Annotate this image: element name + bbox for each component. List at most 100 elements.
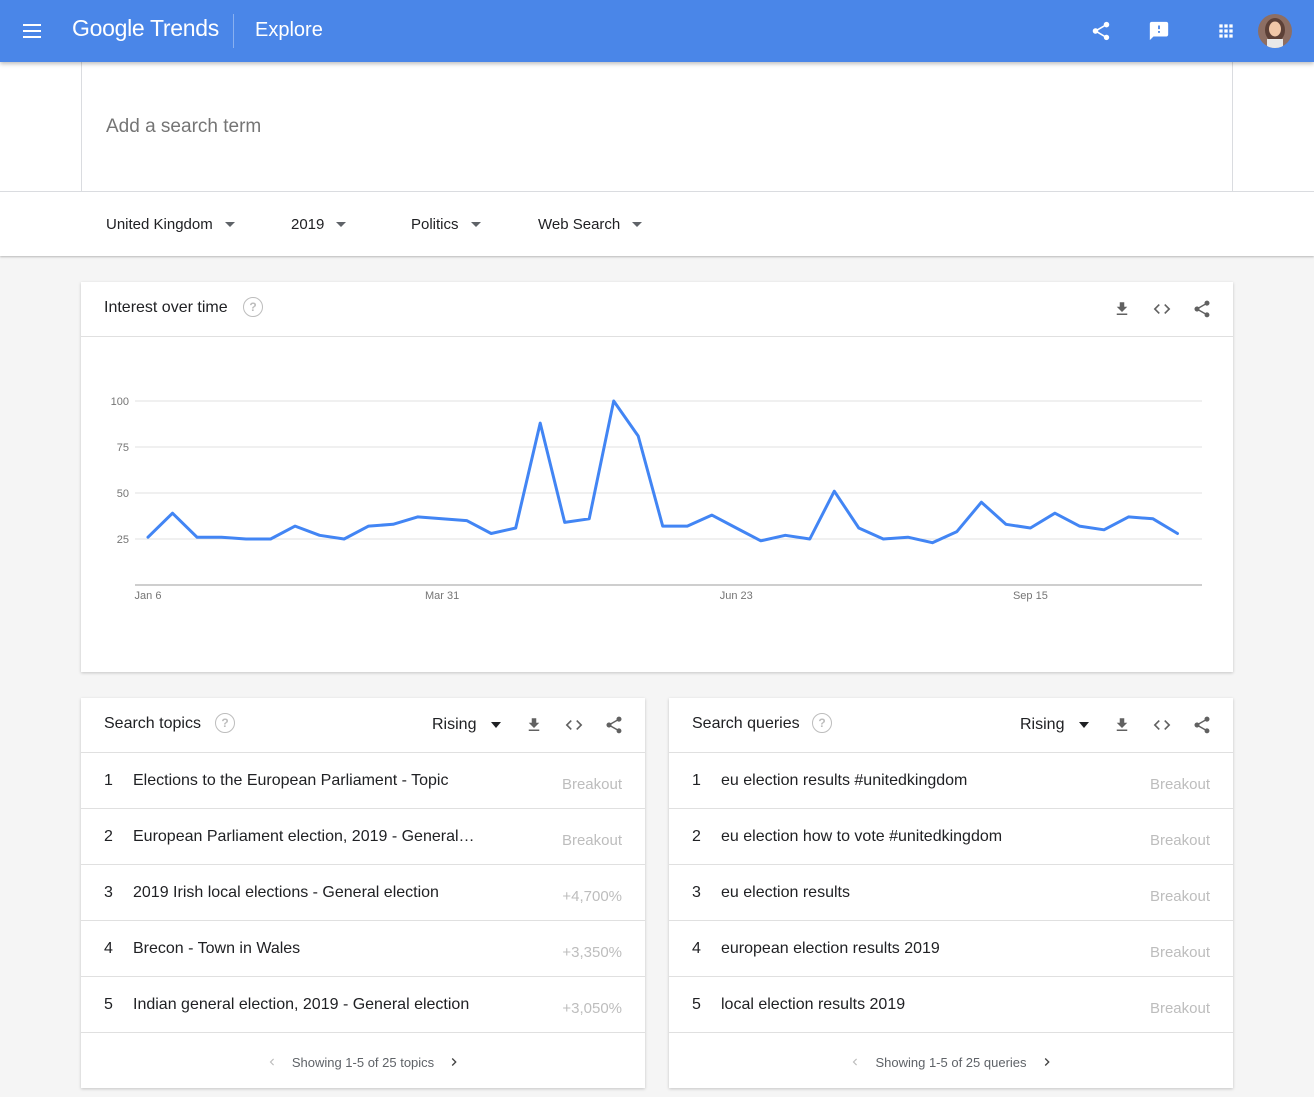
- caret-down-icon: [224, 221, 235, 227]
- row-rank: 3: [104, 884, 113, 901]
- chevron-right-icon[interactable]: [1037, 1052, 1057, 1072]
- row-value: +3,050%: [562, 1000, 622, 1017]
- row-rank: 2: [692, 828, 701, 845]
- avatar[interactable]: [1258, 14, 1292, 48]
- row-topic: Brecon - Town in Wales: [133, 940, 301, 957]
- chevron-right-icon[interactable]: [444, 1052, 464, 1072]
- row-value: Breakout: [1149, 944, 1210, 961]
- filter-divider: [0, 191, 1314, 192]
- share-icon[interactable]: [1087, 17, 1115, 45]
- table-row[interactable]: 4 european election results 2019 Breakou…: [669, 921, 1233, 977]
- table-row[interactable]: 2 eu election how to vote #unitedkingdom…: [669, 809, 1233, 865]
- page-title: Explore: [255, 19, 323, 41]
- search-box[interactable]: [81, 62, 1233, 191]
- caret-down-icon: [491, 722, 502, 728]
- row-rank: 2: [104, 828, 113, 845]
- row-value: Breakout: [1149, 1000, 1210, 1017]
- google-trends-logo[interactable]: Google Trends: [72, 15, 219, 42]
- row-rank: 5: [104, 996, 113, 1013]
- interest-over-time-card: Interest over time ? 100 75 50 25 Jan 6 Mar 3…: [81, 282, 1233, 672]
- caret-down-icon: [1079, 722, 1090, 728]
- card-title: Search topics: [104, 715, 201, 732]
- interest-line-chart: 100 75 50 25 Jan 6 Mar 31 Jun 23 Sep 15: [111, 396, 1202, 602]
- table-row[interactable]: 1 Elections to the European Parliament -…: [81, 753, 645, 809]
- row-value: +4,700%: [562, 888, 622, 905]
- row-rank: 3: [692, 884, 701, 901]
- row-query: eu election how to vote #unitedkingdom: [721, 828, 1003, 845]
- row-topic: European Parliament election, 2019 - Gen…: [133, 828, 478, 845]
- queries-pager: Showing 1-5 of 25 queries: [669, 1034, 1233, 1090]
- y-tick-label: 100: [111, 396, 129, 408]
- feedback-icon[interactable]: [1145, 17, 1173, 45]
- y-tick-label: 75: [117, 442, 129, 454]
- table-row[interactable]: 2 European Parliament election, 2019 - G…: [81, 809, 645, 865]
- card-title: Search queries: [692, 715, 800, 732]
- x-tick-label: Mar 31: [425, 590, 459, 602]
- x-tick-label: Jan 6: [135, 590, 162, 602]
- row-value: Breakout: [1149, 832, 1210, 849]
- apps-grid-icon[interactable]: [1212, 17, 1240, 45]
- y-tick-label: 50: [117, 488, 129, 500]
- chevron-left-icon[interactable]: [845, 1052, 865, 1072]
- sort-label: Rising: [1020, 716, 1065, 733]
- row-query: eu election results: [721, 884, 850, 901]
- embed-icon[interactable]: [1150, 713, 1174, 737]
- menu-icon[interactable]: [18, 19, 48, 43]
- pager-text: Showing 1-5 of 25 topics: [291, 1054, 435, 1070]
- table-row[interactable]: 3 2019 Irish local elections - General e…: [81, 865, 645, 921]
- row-query: local election results 2019: [721, 996, 906, 1013]
- caret-down-icon: [632, 221, 643, 227]
- row-value: Breakout: [1149, 776, 1210, 793]
- header-divider: [233, 14, 234, 48]
- help-icon[interactable]: ?: [215, 713, 235, 733]
- row-value: +3,350%: [562, 944, 622, 961]
- series-line: [146, 399, 1179, 545]
- row-rank: 4: [692, 940, 701, 957]
- download-icon[interactable]: [1110, 713, 1134, 737]
- row-value: Breakout: [561, 832, 622, 849]
- row-query: eu election results #unitedkingdom: [721, 772, 968, 789]
- download-icon[interactable]: [522, 713, 546, 737]
- filter-category-label: Politics: [411, 215, 459, 233]
- table-row[interactable]: 5 Indian general election, 2019 - Genera…: [81, 977, 645, 1033]
- caret-down-icon: [336, 221, 347, 227]
- table-row[interactable]: 4 Brecon - Town in Wales +3,350%: [81, 921, 645, 977]
- caret-down-icon: [470, 221, 481, 227]
- search-queries-card: Search queries ? Rising 1 eu election re…: [669, 698, 1233, 1088]
- y-tick-label: 25: [117, 534, 129, 546]
- queries-sort-dropdown[interactable]: Rising: [1020, 716, 1090, 734]
- table-row[interactable]: 1 eu election results #unitedkingdom Bre…: [669, 753, 1233, 809]
- filter-region[interactable]: United Kingdom: [106, 212, 235, 236]
- row-topic: Elections to the European Parliament - T…: [133, 772, 449, 789]
- search-topics-card: Search topics ? Rising 1 Elections to th…: [81, 698, 645, 1088]
- table-row[interactable]: 5 local election results 2019 Breakout: [669, 977, 1233, 1033]
- topics-sort-dropdown[interactable]: Rising: [432, 716, 502, 734]
- filter-time-label: 2019: [291, 215, 325, 233]
- row-rank: 1: [104, 772, 113, 789]
- table-row[interactable]: 3 eu election results Breakout: [669, 865, 1233, 921]
- row-rank: 4: [104, 940, 113, 957]
- x-tick-label: Sep 15: [1013, 590, 1048, 602]
- chevron-left-icon[interactable]: [262, 1052, 282, 1072]
- search-input[interactable]: [106, 112, 806, 142]
- share-icon[interactable]: [602, 713, 626, 737]
- row-rank: 1: [692, 772, 701, 789]
- top-app-bar: Google Trends Explore: [0, 0, 1314, 62]
- row-value: Breakout: [561, 776, 622, 793]
- pager-text: Showing 1-5 of 25 queries: [875, 1054, 1027, 1070]
- sort-label: Rising: [432, 716, 477, 733]
- filter-search-type[interactable]: Web Search: [538, 212, 643, 236]
- search-panel: United Kingdom 2019 Politics Web Search: [0, 62, 1314, 256]
- row-rank: 5: [692, 996, 701, 1013]
- row-value: Breakout: [1149, 888, 1210, 905]
- help-icon[interactable]: ?: [812, 713, 832, 733]
- filter-category[interactable]: Politics: [411, 212, 481, 236]
- topics-pager: Showing 1-5 of 25 topics: [81, 1034, 645, 1090]
- share-icon[interactable]: [1190, 713, 1214, 737]
- embed-icon[interactable]: [562, 713, 586, 737]
- filter-search-type-label: Web Search: [538, 215, 621, 233]
- row-query: european election results 2019: [721, 940, 940, 957]
- filter-time-range[interactable]: 2019: [291, 212, 347, 236]
- row-topic: Indian general election, 2019 - General …: [133, 996, 470, 1013]
- x-tick-label: Jun 23: [720, 590, 753, 602]
